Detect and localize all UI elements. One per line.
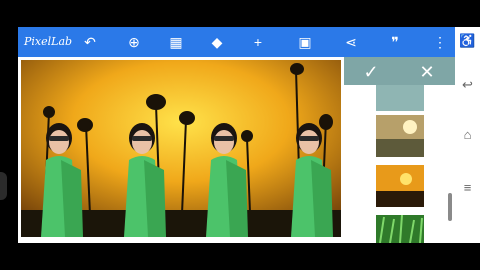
photo-svg: [21, 60, 341, 237]
system-nav-bar: ♿ ↩ ⌂ ≡: [455, 27, 480, 243]
thumbnail-green-grass[interactable]: [376, 215, 424, 243]
back-icon[interactable]: ↩: [455, 77, 480, 93]
left-edge-handle: [0, 172, 7, 200]
accessibility-icon[interactable]: ♿: [455, 33, 480, 49]
add-icon[interactable]: +: [248, 32, 268, 52]
undo-icon[interactable]: ↶: [80, 32, 100, 52]
background-picker-panel: ✓ ✕: [344, 57, 455, 243]
cancel-icon[interactable]: ✕: [416, 61, 438, 83]
share-icon[interactable]: ⋖: [341, 32, 361, 52]
more-icon[interactable]: ⋮: [430, 32, 450, 52]
quote-icon[interactable]: ❞: [385, 32, 405, 52]
panel-scrollbar[interactable]: [448, 193, 452, 221]
edited-photo[interactable]: [21, 60, 341, 237]
thumbnail-sky-texture[interactable]: [376, 85, 424, 111]
home-icon[interactable]: ⌂: [455, 127, 480, 142]
zoom-icon[interactable]: ⊕: [124, 32, 144, 52]
confirm-icon[interactable]: ✓: [360, 61, 382, 83]
thumbnail-list: [376, 85, 424, 243]
top-toolbar: PixelLab ↶ ⊕ ▦ ◆ + ▣ ⋖ ❞ ⋮: [18, 27, 455, 57]
layers-icon[interactable]: ◆: [207, 32, 227, 52]
grid-icon[interactable]: ▦: [166, 32, 186, 52]
editor-canvas: [18, 57, 344, 243]
app-screen: PixelLab ↶ ⊕ ▦ ◆ + ▣ ⋖ ❞ ⋮ ✓ ✕: [18, 27, 455, 243]
panel-header: ✓ ✕: [344, 57, 455, 85]
thumbnail-sunset-silhouette[interactable]: [376, 165, 424, 207]
app-logo: PixelLab: [24, 35, 73, 48]
thumbnail-sunset-field[interactable]: [376, 115, 424, 157]
menu-icon[interactable]: ≡: [455, 180, 480, 195]
save-icon[interactable]: ▣: [295, 32, 315, 52]
